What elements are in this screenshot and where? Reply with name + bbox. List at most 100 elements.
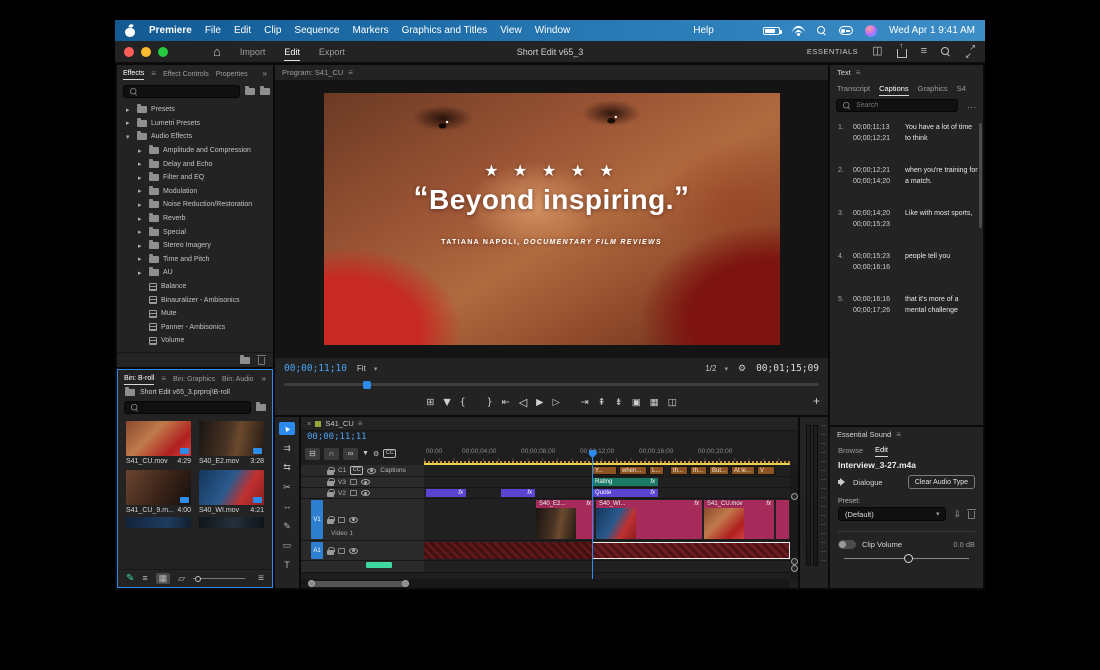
tab-graphics[interactable]: Graphics [918,81,948,95]
linked-selection-icon[interactable]: ∞ [343,448,358,460]
effects-tree-item[interactable]: Mute [117,307,273,321]
step-forward-icon[interactable]: ▷ [552,398,559,408]
graphic-clip[interactable]: fx [426,489,466,497]
save-preset-icon[interactable]: ⇩ [953,509,961,520]
chevron-icon[interactable]: ▸ [138,147,145,155]
panel-menu-icon[interactable]: ≡ [161,374,166,383]
export-frame-icon[interactable]: ▣ [632,398,641,408]
effects-tree-item[interactable]: Balance [117,280,273,294]
slider-handle[interactable] [904,554,913,563]
tab-properties[interactable]: Properties [216,68,248,80]
step-back-icon[interactable]: ◁ [519,397,527,408]
effects-tree-item[interactable]: Volume [117,334,273,348]
menubar-clock[interactable]: Wed Apr 1 9:41 AM [889,25,975,36]
caption-row[interactable]: 4. 00;00;15;2300;00;16;16 people tell yo… [838,252,979,273]
settings-wrench-icon[interactable]: ⚙ [738,363,746,374]
proxy-toggle-icon[interactable]: ◫ [668,398,677,408]
effects-tree-item[interactable]: ▸ Special [117,225,273,239]
tab-bin-audio[interactable]: Bin: Audio [222,373,254,385]
panel-menu-icon[interactable]: ≡ [358,419,363,428]
freeform-view-icon[interactable]: ▱ [178,574,185,583]
video-clip[interactable] [776,500,789,539]
home-icon[interactable]: ⌂ [213,45,221,58]
graphic-clip[interactable]: fx [501,489,535,497]
audio-clip[interactable] [424,542,592,559]
slip-tool[interactable]: ↔ [279,500,295,513]
caption-clip[interactable]: when... [619,466,647,475]
chevron-icon[interactable]: ▸ [138,201,145,209]
effects-tree-item[interactable]: ▸ Delay and Echo [117,157,273,171]
lock-icon[interactable] [327,478,334,486]
effects-tree-item[interactable]: ▸ Presets [117,103,273,117]
chevron-icon[interactable]: ▸ [138,174,145,182]
selection-tool[interactable]: ▲ [279,422,295,435]
eye-icon[interactable] [367,468,376,474]
caption-row[interactable]: 5. 00;00;16;1600;00;17;26 that it's more… [838,295,979,316]
wifi-icon[interactable] [792,26,805,36]
menu-item[interactable]: Window [535,25,571,36]
effects-tree-item[interactable]: ▸ Lumetri Presets [117,117,273,131]
panel-menu-icon[interactable]: ≡ [348,68,353,77]
panel-menu-icon[interactable]: ≡ [856,68,861,77]
menu-item-help[interactable]: Help [693,25,714,36]
effects-tree-item[interactable]: ▸ AU [117,266,273,280]
eye-icon[interactable] [349,517,358,523]
bin-clip[interactable]: S41_CU_9.m... 4:00 [126,470,191,514]
nest-sequence-icon[interactable]: ⊟ [305,448,320,460]
menu-item[interactable]: Clip [264,25,281,36]
sync-lock-icon[interactable] [350,490,357,496]
accelerated-effects-icon[interactable] [245,88,255,95]
scroll-zoom-handle[interactable] [402,580,409,587]
zoom-level-dropdown[interactable]: Fit▾ [357,364,377,373]
eye-icon[interactable] [361,490,370,496]
new-custom-bin-icon[interactable] [260,88,270,95]
track-select-forward-tool[interactable]: ⇉ [279,442,295,455]
lock-icon[interactable] [327,467,334,475]
sync-lock-icon[interactable] [338,517,345,523]
menu-item[interactable]: View [500,25,522,36]
effects-tree-item[interactable]: Binauralizer - Ambisonics [117,293,273,307]
chevron-icon[interactable]: ▸ [138,228,145,236]
close-window-button[interactable] [124,47,134,57]
preset-dropdown[interactable]: (Default) ▾ [838,507,946,521]
effects-search-input[interactable] [143,88,234,95]
scrubber-playhead[interactable] [363,381,371,389]
workspace-layout-icon[interactable]: ◫ [872,46,882,57]
sync-lock-icon[interactable] [350,479,357,485]
tab-sequence[interactable]: S4 [957,81,966,95]
current-timecode[interactable]: 00;00;11;10 [284,363,347,374]
apple-menu-icon[interactable] [125,24,136,37]
tab-browse[interactable]: Browse [838,443,863,457]
caption-clip[interactable]: V [757,466,775,475]
captions-search-box[interactable] [836,99,958,112]
panel-overflow-icon[interactable]: » [262,374,266,383]
spotlight-search-icon[interactable] [817,26,827,36]
effects-tree-item[interactable]: ▸ Reverb [117,212,273,226]
graphic-clip-quote[interactable]: Quotefx [592,489,658,497]
captions-search-input[interactable] [856,102,952,109]
thumbnail-zoom-slider[interactable] [193,575,245,583]
add-marker-icon[interactable]: ▼ [362,450,369,457]
video-clip[interactable]: S41_CU.mov fx [704,500,774,539]
mark-out-icon[interactable]: } [487,398,493,408]
writable-bin-icon[interactable]: ✎ [126,573,134,584]
caption-clip[interactable]: At le... [731,466,755,475]
chevron-icon[interactable]: ▸ [138,242,145,250]
new-custom-bin-icon[interactable] [240,357,250,364]
captions-display-icon[interactable]: CC [383,449,396,458]
scroll-zoom-handle[interactable] [791,565,798,572]
chevron-icon[interactable]: ▸ [138,255,145,263]
video-clip[interactable]: S40_WI... fx [596,500,702,539]
tab-transcript[interactable]: Transcript [837,81,870,95]
menu-item[interactable]: Edit [234,25,251,36]
caption-row[interactable]: 1. 00;00;11;1300;00;12;21 You have a lot… [838,123,979,144]
caption-text[interactable]: Like with most sports, [905,209,979,230]
timeline-ruler[interactable]: 00;0000;00;04;0000;00;08;0000;00;12;0000… [424,446,790,461]
tab-effect-controls[interactable]: Effect Controls [163,68,209,80]
ripple-edit-tool[interactable]: ⇆ [279,461,295,474]
source-patch-a1[interactable]: A1 [311,542,323,559]
v1-track-content[interactable]: S40_E2... fx S40_WI... fx [424,499,790,540]
clear-audio-type-button[interactable]: Clear Audio Type [908,475,975,489]
multi-camera-icon[interactable]: ▦ [650,398,659,408]
tab-export[interactable]: Export [319,43,345,60]
